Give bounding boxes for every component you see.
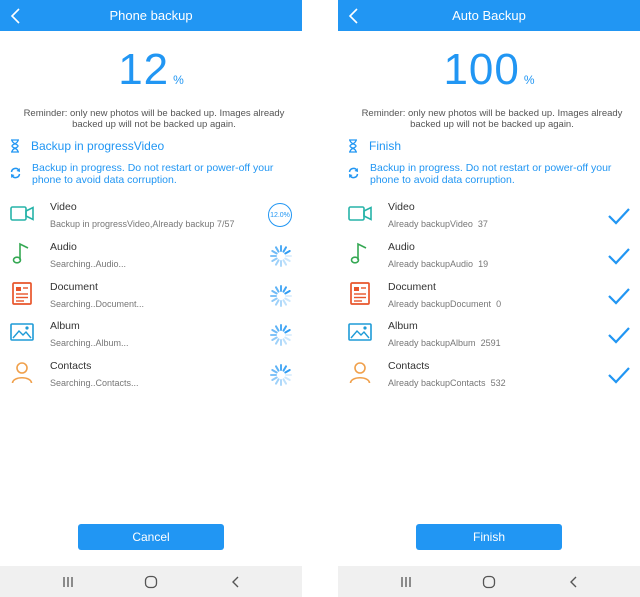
- item-count: 19: [478, 259, 489, 269]
- list-item-album[interactable]: Album Already backupAlbum 2591: [338, 320, 640, 360]
- video-camera-icon: [348, 206, 372, 221]
- progress-number: 100: [443, 45, 520, 94]
- warning-line: Backup in progress. Do not restart or po…: [348, 162, 640, 186]
- list-item-audio[interactable]: Audio Searching..Audio...: [0, 241, 302, 281]
- item-count: 532: [490, 378, 506, 388]
- home-icon[interactable]: [143, 574, 159, 590]
- item-status: Already backupContacts 532: [388, 378, 506, 388]
- hourglass-icon: [11, 139, 19, 153]
- item-name: Document: [50, 281, 98, 293]
- music-note-icon: [12, 242, 29, 264]
- recent-apps-icon[interactable]: [398, 574, 414, 590]
- title-bar: Auto Backup: [338, 0, 640, 31]
- warning-line: Backup in progress. Do not restart or po…: [10, 162, 302, 186]
- reminder-text: Reminder: only new photos will be backed…: [23, 108, 285, 130]
- item-name: Contacts: [388, 360, 430, 372]
- item-status: Searching..Audio...: [50, 259, 127, 269]
- item-name: Contacts: [50, 360, 92, 372]
- list-item-document[interactable]: Document Already backupDocument 0: [338, 281, 640, 321]
- list-item-contacts[interactable]: Contacts Already backupContacts 532: [338, 360, 640, 400]
- item-count: 2591: [480, 338, 501, 348]
- warning-text: Backup in progress. Do not restart or po…: [370, 162, 612, 186]
- system-nav-bar: [0, 566, 302, 597]
- item-name: Video: [388, 201, 415, 213]
- list-item-album[interactable]: Album Searching..Album...: [0, 320, 302, 360]
- checkmark-icon: [608, 288, 630, 305]
- list-item-audio[interactable]: Audio Already backupAudio 19: [338, 241, 640, 281]
- item-name: Album: [388, 320, 418, 332]
- item-status: Already backupAudio 19: [388, 259, 489, 269]
- page-title: Auto Backup: [452, 8, 526, 23]
- person-icon: [11, 362, 33, 384]
- status-text: Backup in progressVideo: [31, 139, 165, 153]
- spinner-icon: [270, 324, 292, 346]
- warning-text: Backup in progress. Do not restart or po…: [32, 162, 274, 186]
- list-item-video[interactable]: Video Backup in progressVideo,Already ba…: [0, 201, 302, 241]
- recent-apps-icon[interactable]: [60, 574, 76, 590]
- status-text: Finish: [369, 139, 402, 153]
- person-icon: [349, 362, 371, 384]
- checkmark-icon: [608, 327, 630, 344]
- document-icon: [12, 282, 32, 305]
- item-status: Already backupVideo 37: [388, 219, 488, 229]
- title-bar: Phone backup: [0, 0, 302, 31]
- image-icon: [10, 323, 34, 341]
- spinner-icon: [270, 364, 292, 386]
- status-line: Finish: [348, 138, 401, 154]
- video-camera-icon: [10, 206, 34, 221]
- item-status: Searching..Document...: [50, 299, 145, 309]
- item-count: 37: [477, 219, 488, 229]
- progress-percent: 12%: [0, 44, 302, 96]
- cancel-button[interactable]: Cancel: [78, 524, 224, 550]
- page-title: Phone backup: [109, 8, 193, 23]
- home-icon[interactable]: [481, 574, 497, 590]
- progress-percent: 100%: [338, 44, 640, 96]
- spinner-icon: [270, 245, 292, 267]
- back-icon[interactable]: [228, 574, 244, 590]
- item-name: Document: [388, 281, 436, 293]
- phone-backup-screen: Phone backup 12% Reminder: only new phot…: [0, 0, 302, 597]
- progress-number: 12: [118, 45, 170, 94]
- image-icon: [348, 323, 372, 341]
- item-status: Searching..Contacts...: [50, 378, 139, 388]
- ring-percent: 12.0%: [270, 211, 290, 219]
- item-status: Backup in progressVideo,Already backup 7…: [50, 219, 235, 229]
- checkmark-icon: [608, 367, 630, 384]
- hourglass-icon: [349, 139, 357, 153]
- sync-icon: [348, 167, 359, 179]
- sync-icon: [10, 167, 21, 179]
- spinner-icon: [270, 285, 292, 307]
- list-item-document[interactable]: Document Searching..Document...: [0, 281, 302, 321]
- item-count: 0: [496, 299, 502, 309]
- item-status: Already backupDocument 0: [388, 299, 502, 309]
- item-name: Audio: [50, 241, 77, 253]
- back-icon[interactable]: [566, 574, 582, 590]
- item-name: Video: [50, 201, 77, 213]
- reminder-text: Reminder: only new photos will be backed…: [361, 108, 623, 130]
- percent-sign: %: [173, 73, 184, 87]
- document-icon: [350, 282, 370, 305]
- item-name: Audio: [388, 241, 415, 253]
- list-item-contacts[interactable]: Contacts Searching..Contacts...: [0, 360, 302, 400]
- list-item-video[interactable]: Video Already backupVideo 37: [338, 201, 640, 241]
- progress-ring: 12.0%: [268, 203, 294, 229]
- auto-backup-screen: Auto Backup 100% Reminder: only new phot…: [338, 0, 640, 597]
- percent-sign: %: [523, 73, 535, 87]
- checkmark-icon: [608, 208, 630, 225]
- finish-button[interactable]: Finish: [416, 524, 562, 550]
- status-line: Backup in progressVideo: [10, 138, 164, 154]
- checkmark-icon: [608, 248, 630, 265]
- item-name: Album: [50, 320, 80, 332]
- system-nav-bar: [338, 566, 640, 597]
- music-note-icon: [350, 242, 367, 264]
- item-status: Searching..Album...: [50, 338, 129, 348]
- divider: [302, 0, 338, 597]
- item-status: Already backupAlbum 2591: [388, 338, 501, 348]
